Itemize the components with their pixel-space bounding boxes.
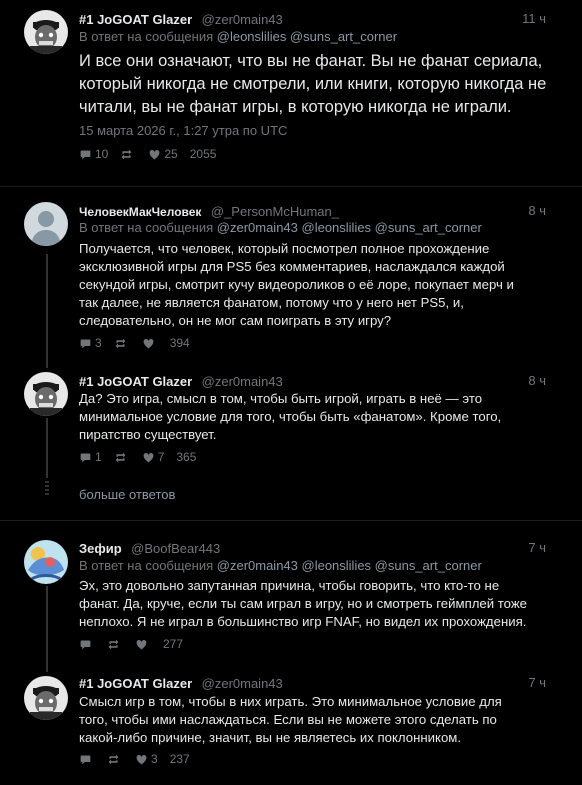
post-text: Смысл игр в том, чтобы в них играть. Это… <box>79 694 502 745</box>
retweet-button[interactable] <box>114 337 130 350</box>
thread-line <box>46 254 48 368</box>
reply-button[interactable]: 10 <box>79 147 108 161</box>
retweet-icon <box>121 149 132 159</box>
heart-icon <box>149 149 160 159</box>
reply-to-line: В ответ на сообщения @zer0main43 @leonsl… <box>79 558 482 573</box>
like-button[interactable]: 7 <box>142 450 165 464</box>
reply-icon <box>80 338 91 348</box>
retweet-icon <box>108 639 119 649</box>
heart-icon <box>143 338 154 348</box>
avatar-image-glazer <box>24 372 68 416</box>
reply-to-mentions[interactable]: @zer0main43 @leonslilies @suns_art_corne… <box>217 220 482 235</box>
post-text: И все они означают, что вы не фанат. Вы … <box>79 52 547 116</box>
heart-icon <box>143 452 154 462</box>
reply-to-line: В ответ на сообщения @zer0main43 @leonsl… <box>79 220 482 235</box>
post-time[interactable]: 8 ч <box>528 203 546 218</box>
reply-icon <box>80 452 91 462</box>
post-actions: 3 237 <box>79 752 190 766</box>
retweet-icon <box>108 754 119 764</box>
heart-icon <box>136 639 147 649</box>
author-name[interactable]: #1 JoGOAT Glazer <box>79 12 192 27</box>
post-text: Получается, что человек, который посмотр… <box>79 241 514 328</box>
author-handle[interactable]: @_PersonMcHuman_ <box>211 204 339 219</box>
post-time[interactable]: 7 ч <box>528 675 546 690</box>
reply-count: 10 <box>95 147 109 161</box>
post-actions: 10 25 2055 <box>79 147 216 161</box>
default-avatar-icon <box>24 202 68 246</box>
like-button[interactable] <box>135 638 151 651</box>
post-time[interactable]: 8 ч <box>528 373 546 388</box>
post-time[interactable]: 11 ч <box>522 11 546 26</box>
avatar[interactable] <box>24 676 68 720</box>
retweet-button[interactable] <box>107 638 123 651</box>
divider <box>0 520 582 521</box>
author-handle[interactable]: @BoofBear443 <box>131 541 220 556</box>
like-count: 3 <box>151 752 158 766</box>
reply-count: 1 <box>95 450 102 464</box>
view-count[interactable]: 394 <box>170 336 190 350</box>
avatar[interactable] <box>24 202 68 246</box>
like-count: 25 <box>164 147 178 161</box>
thread-dots <box>45 481 49 495</box>
retweet-icon <box>115 338 126 348</box>
like-count: 7 <box>157 450 165 464</box>
divider <box>0 186 582 187</box>
post-time[interactable]: 7 ч <box>528 540 546 555</box>
avatar-image-glazer <box>24 676 68 720</box>
reply-button[interactable] <box>79 638 95 651</box>
author-handle[interactable]: @zer0main43 <box>202 12 283 27</box>
reply-button[interactable] <box>79 753 95 766</box>
retweet-button[interactable] <box>107 753 123 766</box>
like-button[interactable] <box>142 337 158 350</box>
reply-to-label: В ответ на сообщения <box>79 220 214 235</box>
post-text: Да? Это игра, смысл в том, чтобы быть иг… <box>79 391 502 442</box>
reply-to-mentions[interactable]: @zer0main43 @leonslilies @suns_art_corne… <box>217 558 482 573</box>
reply-button[interactable]: 3 <box>79 336 102 350</box>
heart-icon <box>136 754 147 764</box>
retweet-icon <box>115 452 126 462</box>
avatar[interactable] <box>24 10 68 54</box>
retweet-button[interactable] <box>120 148 136 161</box>
reply-icon <box>80 754 91 764</box>
retweet-button[interactable] <box>114 451 130 464</box>
reply-to-line: В ответ на сообщения @leonslilies @suns_… <box>79 29 397 44</box>
reply-icon <box>80 149 91 159</box>
view-count[interactable]: 237 <box>170 752 190 766</box>
post-actions: 3 394 <box>79 336 190 350</box>
author-name[interactable]: #1 JoGOAT Glazer <box>79 676 192 691</box>
avatar[interactable] <box>24 540 68 584</box>
more-replies-link[interactable]: больше ответов <box>79 487 175 502</box>
reply-to-label: В ответ на сообщения <box>79 558 214 573</box>
post-actions: 277 <box>79 637 183 651</box>
reply-to-label: В ответ на сообщения <box>79 29 214 44</box>
author-handle[interactable]: @zer0main43 <box>202 676 283 691</box>
avatar[interactable] <box>24 372 68 416</box>
author-name[interactable]: ЧеловекМакЧеловек <box>79 205 201 219</box>
avatar-image-glazer <box>24 10 68 54</box>
post-date[interactable]: 15 марта 2026 г., 1:27 утра по UTC <box>79 123 287 138</box>
reply-button[interactable]: 1 <box>79 450 102 464</box>
view-count[interactable]: 2055 <box>190 147 217 161</box>
avatar-image-zefir <box>24 540 68 584</box>
thread-line <box>46 418 48 478</box>
like-button[interactable]: 3 <box>135 752 158 766</box>
author-name[interactable]: Зефир <box>79 541 122 556</box>
thread-line <box>46 586 48 672</box>
author-handle[interactable]: @zer0main43 <box>202 374 283 389</box>
view-count[interactable]: 277 <box>163 637 183 651</box>
post-text: Эх, это довольно запутанная причина, что… <box>79 578 528 629</box>
like-button[interactable]: 25 <box>148 147 178 161</box>
view-count[interactable]: 365 <box>176 450 196 464</box>
post-actions: 1 7 365 <box>79 450 196 464</box>
reply-count: 3 <box>95 336 102 350</box>
reply-icon <box>80 639 91 649</box>
author-name[interactable]: #1 JoGOAT Glazer <box>79 374 192 389</box>
reply-to-mentions[interactable]: @leonslilies @suns_art_corner <box>217 29 397 44</box>
